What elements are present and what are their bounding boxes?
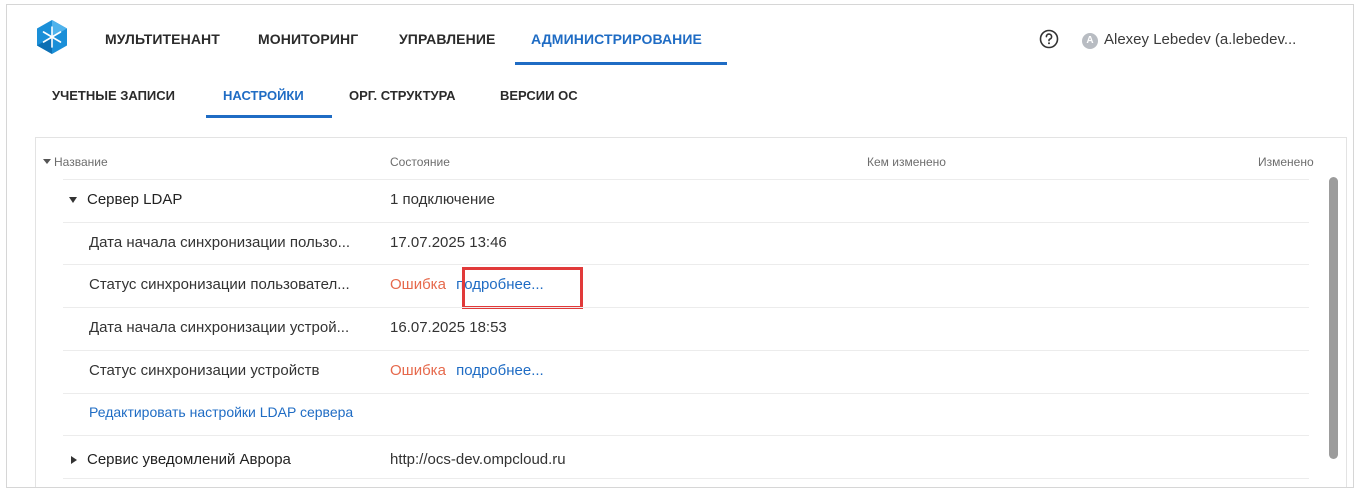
- row-divider: [63, 435, 1309, 436]
- row-divider: [63, 264, 1309, 265]
- row-divider: [63, 393, 1309, 394]
- row-divider: [63, 222, 1309, 223]
- tab-accounts[interactable]: УЧЕТНЫЕ ЗАПИСИ: [52, 88, 175, 103]
- app-window: МУЛЬТИТЕНАНТ МОНИТОРИНГ УПРАВЛЕНИЕ АДМИН…: [6, 4, 1354, 488]
- column-header-name[interactable]: Название: [54, 155, 108, 169]
- row-divider: [63, 478, 1309, 479]
- sort-down-icon[interactable]: [43, 159, 51, 164]
- row-divider: [63, 350, 1309, 351]
- table-row-name: Статус синхронизации устройств: [89, 362, 320, 379]
- table-row-value: 17.07.2025 13:46: [390, 234, 507, 251]
- nav-item-management[interactable]: УПРАВЛЕНИЕ: [399, 31, 495, 47]
- row-divider: [63, 307, 1309, 308]
- help-icon[interactable]: [1039, 29, 1059, 49]
- avatar[interactable]: A: [1082, 33, 1098, 49]
- status-error: Ошибка: [390, 362, 446, 379]
- table-row-name: Статус синхронизации пользовател...: [89, 276, 350, 293]
- row-divider: [63, 179, 1309, 180]
- group-name-aurora[interactable]: Сервис уведомлений Аврора: [87, 451, 291, 468]
- vertical-scrollbar[interactable]: [1329, 177, 1338, 459]
- expand-caret-icon[interactable]: [71, 456, 77, 464]
- table-row-value: 16.07.2025 18:53: [390, 319, 507, 336]
- app-logo-icon[interactable]: [34, 19, 70, 55]
- nav-item-administration[interactable]: АДМИНИСТРИРОВАНИЕ: [531, 31, 702, 47]
- collapse-caret-icon[interactable]: [69, 197, 77, 203]
- nav-item-monitoring[interactable]: МОНИТОРИНГ: [258, 31, 358, 47]
- edit-ldap-settings-link[interactable]: Редактировать настройки LDAP сервера: [89, 404, 353, 420]
- tab-os-versions[interactable]: ВЕРСИИ ОС: [500, 88, 578, 103]
- details-link-devices[interactable]: подробнее...: [456, 362, 544, 379]
- tab-org-structure[interactable]: ОРГ. СТРУКТУРА: [349, 88, 456, 103]
- table-row-value: Ошибка подробнее...: [390, 362, 544, 379]
- active-nav-indicator: [515, 62, 727, 65]
- group-state-aurora: http://ocs-dev.ompcloud.ru: [390, 451, 566, 468]
- scroll-down-icon[interactable]: [1331, 487, 1337, 488]
- user-name[interactable]: Alexey Lebedev (a.lebedev...: [1104, 31, 1296, 48]
- table-row-name: Дата начала синхронизации устрой...: [89, 319, 350, 336]
- tab-settings[interactable]: НАСТРОЙКИ: [223, 88, 304, 103]
- status-error: Ошибка: [390, 276, 446, 293]
- group-name-ldap[interactable]: Сервер LDAP: [87, 191, 182, 208]
- column-header-changed-at[interactable]: Изменено: [1258, 155, 1314, 169]
- column-header-changed-by[interactable]: Кем изменено: [867, 155, 946, 169]
- nav-item-multitenant[interactable]: МУЛЬТИТЕНАНТ: [105, 31, 220, 47]
- top-navigation: МУЛЬТИТЕНАНТ МОНИТОРИНГ УПРАВЛЕНИЕ АДМИН…: [7, 5, 1353, 69]
- active-tab-indicator: [206, 115, 332, 118]
- highlight-box: [462, 267, 583, 309]
- column-header-state[interactable]: Состояние: [390, 155, 450, 169]
- group-state-ldap: 1 подключение: [390, 191, 495, 208]
- table-row-name: Дата начала синхронизации пользо...: [89, 234, 351, 251]
